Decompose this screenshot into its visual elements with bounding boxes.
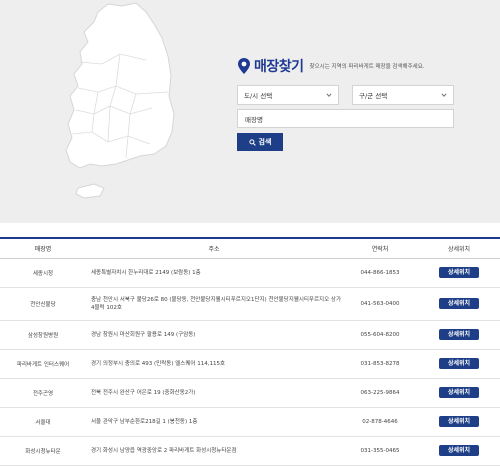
store-name-input[interactable]: 매장명: [237, 109, 454, 128]
table-row: 전주곤영 전북 전주시 완산구 어은로 19 (중화산동2가) 063-225-…: [0, 378, 500, 408]
store-phone: 041-563-0400: [342, 287, 418, 321]
store-address: 서울 관악구 남부순환로218길 1 (봉천동) 1층: [86, 407, 342, 437]
finder-description: 찾으시는 지역의 파리바게트 매장을 검색해주세요.: [309, 64, 425, 70]
search-icon: [248, 138, 256, 146]
store-address: 경기 화성시 남양읍 역광중앙로 2 파리바게트 화성시청뉴타운점: [86, 436, 342, 466]
district-select-label: 구/군 선택: [359, 92, 388, 100]
korea-map: [65, 2, 175, 199]
header-phone: 연락처: [342, 237, 418, 259]
store-phone: 031-853-8278: [342, 349, 418, 379]
chevron-down-icon: [441, 93, 447, 97]
table-row: 세종시청 세종특별자치시 한누리대로 2149 (보람동) 1층 044-866…: [0, 258, 500, 288]
detail-location-button[interactable]: 상세위치: [439, 267, 479, 278]
table-row: 서울대 서울 관악구 남부순환로218길 1 (봉천동) 1층 02-878-4…: [0, 407, 500, 437]
store-address: 경기 의정부시 충의로 493 (민락동) 엘스퀘어 114,115호: [86, 349, 342, 379]
page-title: 매장찾기: [254, 59, 304, 75]
detail-location-button[interactable]: 상세위치: [439, 387, 479, 398]
header-detail: 상세위치: [418, 237, 500, 259]
store-phone: 031-355-0465: [342, 436, 418, 466]
header-address: 주소: [86, 237, 342, 259]
store-name: 화성시청뉴타운: [0, 436, 86, 466]
detail-location-button[interactable]: 상세위치: [439, 416, 479, 427]
table-row: 천안신불당 충남 천안시 서북구 불당26로 80 (불당동, 천안불당지웰시티…: [0, 287, 500, 321]
district-select[interactable]: 구/군 선택: [352, 85, 454, 105]
store-phone: 063-225-9864: [342, 378, 418, 408]
store-address: 경남 창원시 마산회원구 팔용로 149 (구암동): [86, 320, 342, 350]
store-address: 전북 전주시 완산구 어은로 19 (중화산동2가): [86, 378, 342, 408]
city-select[interactable]: 도/시 선택: [237, 85, 339, 105]
store-name: 전주곤영: [0, 378, 86, 408]
store-address: 세종특별자치시 한누리대로 2149 (보람동) 1층: [86, 258, 342, 288]
location-pin-icon: [238, 58, 250, 74]
search-button-label: 검색: [258, 138, 272, 146]
store-address: 충남 천안시 서북구 불당26로 80 (불당동, 천안불당지웰시티푸르지오1단…: [86, 287, 342, 321]
store-table: 매장명 주소 연락처 상세위치 세종시청 세종특별자치시 한누리대로 2149 …: [0, 237, 500, 466]
table-row: 화성시청뉴타운 경기 화성시 남양읍 역광중앙로 2 파리바게트 화성시청뉴타운…: [0, 436, 500, 466]
store-finder-panel: 매장찾기 찾으시는 지역의 파리바게트 매장을 검색해주세요. 도/시 선택 구…: [0, 0, 500, 223]
store-phone: 044-866-1853: [342, 258, 418, 288]
store-phone: 055-604-8200: [342, 320, 418, 350]
store-name-placeholder: 매장명: [245, 115, 263, 124]
detail-location-button[interactable]: 상세위치: [439, 358, 479, 369]
detail-location-button[interactable]: 상세위치: [439, 329, 479, 340]
store-phone: 02-878-4646: [342, 407, 418, 437]
table-row: 파리바게트 인터스퀘어 경기 의정부시 충의로 493 (민락동) 엘스퀘어 1…: [0, 349, 500, 379]
header-store-name: 매장명: [0, 237, 86, 259]
store-name: 삼성창원병원: [0, 320, 86, 350]
city-select-label: 도/시 선택: [244, 92, 273, 100]
table-row: 삼성창원병원 경남 창원시 마산회원구 팔용로 149 (구암동) 055-60…: [0, 320, 500, 350]
store-name: 서울대: [0, 407, 86, 437]
store-name: 파리바게트 인터스퀘어: [0, 349, 86, 379]
table-header-row: 매장명 주소 연락처 상세위치: [0, 237, 500, 259]
detail-location-button[interactable]: 상세위치: [439, 445, 479, 456]
store-name: 천안신불당: [0, 287, 86, 321]
chevron-down-icon: [326, 93, 332, 97]
store-name: 세종시청: [0, 258, 86, 288]
detail-location-button[interactable]: 상세위치: [439, 298, 479, 309]
search-button[interactable]: 검색: [237, 133, 283, 151]
